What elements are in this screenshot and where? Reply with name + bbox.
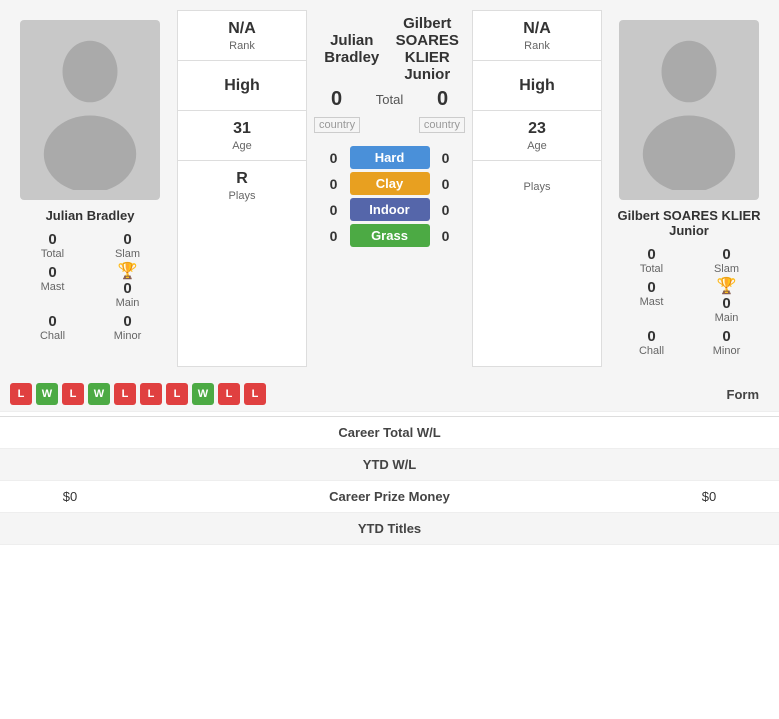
surface-row-indoor: 0 Indoor 0 (314, 198, 465, 221)
indoor-score-left: 0 (324, 202, 344, 218)
indoor-button[interactable]: Indoor (350, 198, 430, 221)
form-badge-3: L (62, 383, 84, 405)
career-total-label: Career Total W/L (130, 425, 649, 440)
ytd-wl-row: YTD W/L (0, 449, 779, 481)
left-age-cell: 31 Age (178, 111, 306, 161)
form-badge-1: L (10, 383, 32, 405)
right-high-cell: High (473, 61, 601, 111)
form-badge-4: W (88, 383, 110, 405)
grass-button[interactable]: Grass (350, 224, 430, 247)
right-stat-total: 0 Total (619, 246, 684, 275)
left-flag-img: country (314, 117, 360, 133)
left-stat-mast: 0 Mast (20, 264, 85, 309)
hard-button[interactable]: Hard (350, 146, 430, 169)
right-player-card: Gilbert SOARES KLIER Junior 0 Total 0 Sl… (604, 10, 774, 367)
ytd-wl-label: YTD W/L (130, 457, 649, 472)
score-total-row: 0 Total 0 (314, 88, 465, 111)
right-player-name: Gilbert SOARES KLIER Junior (609, 208, 769, 238)
left-player-stats: 0 Total 0 Slam 0 Mast 🏆 0 Main 0 (10, 231, 170, 342)
form-badge-5: L (114, 383, 136, 405)
right-player-stats: 0 Total 0 Slam 0 Mast 🏆 0 Main 0 (609, 246, 769, 357)
left-trophy-icon-cell: 🏆 0 Main (95, 264, 160, 309)
prize-money-row: $0 Career Prize Money $0 (0, 481, 779, 513)
form-badge-2: W (36, 383, 58, 405)
form-badge-10: L (244, 383, 266, 405)
left-detail-panel: N/A Rank High 31 Age R Plays (177, 10, 307, 367)
right-stat-slam: 0 Slam (694, 246, 759, 275)
bottom-section: Career Total W/L YTD W/L $0 Career Prize… (0, 416, 779, 545)
left-high-cell: High (178, 61, 306, 111)
player-names-row: Julian Bradley Gilbert SOARES KLIER Juni… (314, 15, 465, 83)
right-flag-img: country (419, 117, 465, 133)
right-trophy-icon-cell: 🏆 0 Main (694, 279, 759, 324)
left-stat-slam: 0 Slam (95, 231, 160, 260)
grass-score-right: 0 (436, 228, 456, 244)
clay-button[interactable]: Clay (350, 172, 430, 195)
main-container: Julian Bradley 0 Total 0 Slam 0 Mast 🏆 0 (0, 0, 779, 545)
left-rank-cell: N/A Rank (178, 11, 306, 61)
form-badge-7: L (166, 383, 188, 405)
indoor-score-right: 0 (436, 202, 456, 218)
form-badge-8: W (192, 383, 214, 405)
right-stat-mast: 0 Mast (619, 279, 684, 324)
right-stat-chall: 0 Chall (619, 328, 684, 357)
score-left: 0 (322, 88, 352, 111)
right-plays-cell: Plays (473, 161, 601, 211)
left-plays-cell: R Plays (178, 161, 306, 211)
prize-money-label: Career Prize Money (130, 489, 649, 504)
right-stat-minor: 0 Minor (694, 328, 759, 357)
prize-money-left: $0 (10, 489, 130, 504)
right-country-flag: country (419, 117, 465, 133)
clay-score-right: 0 (436, 176, 456, 192)
hard-score-left: 0 (324, 150, 344, 166)
center-section: Julian Bradley Gilbert SOARES KLIER Juni… (309, 10, 470, 367)
form-badge-6: L (140, 383, 162, 405)
left-trophy-icon: 🏆 (118, 264, 138, 280)
left-player-card: Julian Bradley 0 Total 0 Slam 0 Mast 🏆 0 (5, 10, 175, 367)
form-row: L W L W L L L W L L Form (0, 377, 779, 412)
left-player-name: Julian Bradley (46, 208, 135, 223)
left-country-flag: country (314, 117, 360, 133)
right-age-cell: 23 Age (473, 111, 601, 161)
right-detail-panel: N/A Rank High 23 Age Plays (472, 10, 602, 367)
surface-row-hard: 0 Hard 0 (314, 146, 465, 169)
left-stat-chall: 0 Chall (20, 313, 85, 342)
ytd-titles-row: YTD Titles (0, 513, 779, 545)
right-rank-cell: N/A Rank (473, 11, 601, 61)
surface-row-grass: 0 Grass 0 (314, 224, 465, 247)
center-left-name: Julian Bradley (314, 32, 390, 66)
grass-score-left: 0 (324, 228, 344, 244)
left-stat-total: 0 Total (20, 231, 85, 260)
hard-score-right: 0 (436, 150, 456, 166)
total-label: Total (360, 92, 420, 107)
top-area: Julian Bradley 0 Total 0 Slam 0 Mast 🏆 0 (0, 0, 779, 377)
ytd-titles-label: YTD Titles (130, 521, 649, 536)
surface-rows: 0 Hard 0 0 Clay 0 0 Indoor 0 0 Grass (314, 146, 465, 247)
center-right-name: Gilbert SOARES KLIER Junior (390, 15, 466, 83)
form-badge-9: L (218, 383, 240, 405)
left-player-avatar (20, 20, 160, 200)
right-player-avatar (619, 20, 759, 200)
left-stat-minor: 0 Minor (95, 313, 160, 342)
form-label: Form (727, 387, 770, 402)
prize-money-right: $0 (649, 489, 769, 504)
surface-row-clay: 0 Clay 0 (314, 172, 465, 195)
career-total-row: Career Total W/L (0, 417, 779, 449)
score-right: 0 (428, 88, 458, 111)
right-trophy-icon: 🏆 (717, 279, 737, 295)
clay-score-left: 0 (324, 176, 344, 192)
